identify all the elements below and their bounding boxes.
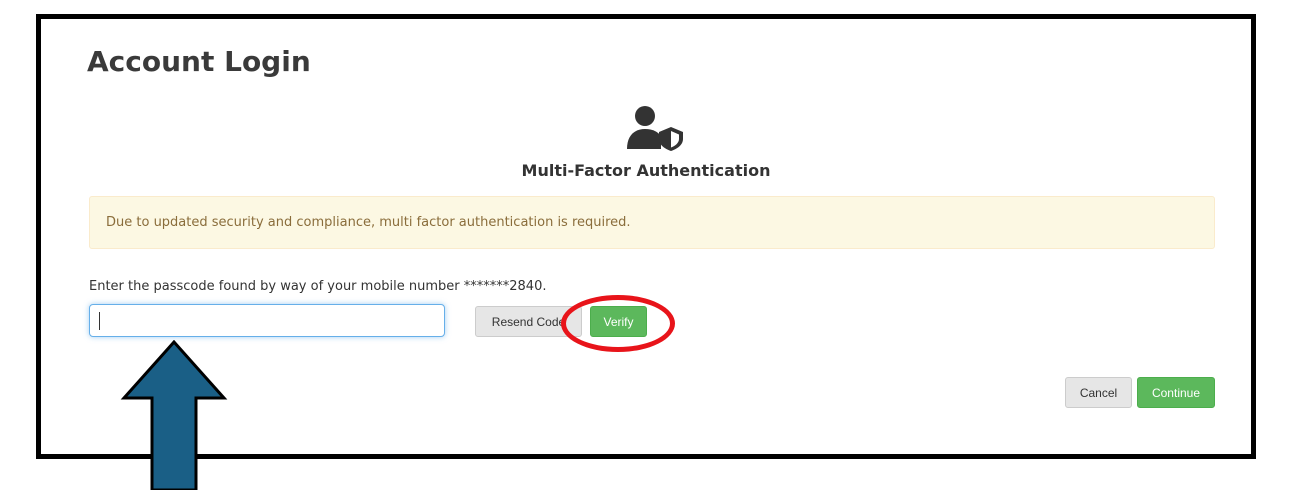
alert-message: Due to updated security and compliance, …: [106, 215, 631, 230]
page-title: Account Login: [87, 45, 311, 78]
passcode-input[interactable]: [89, 304, 445, 337]
security-alert: Due to updated security and compliance, …: [89, 196, 1215, 249]
mfa-title: Multi-Factor Authentication: [521, 161, 771, 180]
text-caret: [99, 312, 100, 330]
continue-button[interactable]: Continue: [1137, 377, 1215, 408]
passcode-prompt: Enter the passcode found by way of your …: [89, 279, 547, 294]
verify-button[interactable]: Verify: [590, 306, 647, 337]
user-shield-icon: [627, 106, 683, 151]
arrow-up-icon: [120, 340, 228, 490]
cancel-button[interactable]: Cancel: [1065, 377, 1132, 408]
resend-code-button[interactable]: Resend Code: [475, 306, 582, 337]
